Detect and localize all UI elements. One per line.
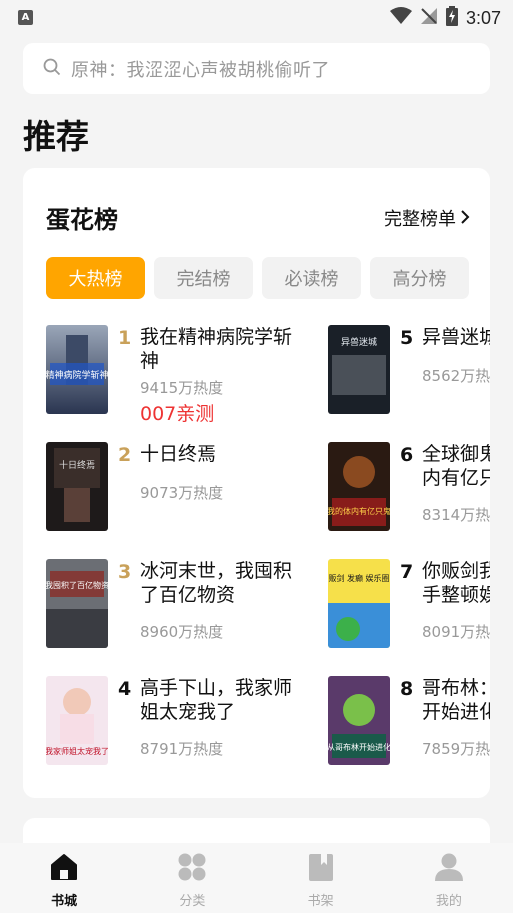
search-icon (43, 58, 61, 80)
nav-label: 分类 (179, 894, 206, 909)
rank-number: 6 (400, 444, 414, 466)
book-title: 异兽迷城 (422, 326, 490, 348)
cover-text: 十日终焉 (59, 459, 95, 471)
bottom-nav: 书城 分类 书架 我的 (0, 843, 513, 913)
category-icon (177, 852, 207, 886)
cover-text: 精神病院学斩神 (46, 369, 108, 381)
book-item[interactable]: 贩剑 发癫 娱乐圈 7 你贩剑我发癫，联手整顿娱乐圈 8091万热度 (328, 559, 490, 669)
book-tag: 007亲测 (140, 403, 215, 425)
cover-text: 从哥布林开始进化 (328, 742, 390, 752)
book-item[interactable]: 我囤积了百亿物资 3 冰河末世，我囤积了百亿物资 8960万热度 (46, 559, 326, 669)
book-item[interactable]: 我的体内有亿只鬼 6 全球御鬼：我的体内有亿只鬼 8314万热度 (328, 442, 490, 552)
book-heat: 9073万热度 (140, 484, 224, 502)
book-cover[interactable]: 异兽迷城 (328, 325, 390, 414)
cover-text: 异兽迷城 (341, 336, 377, 348)
cover-text: 我家师姐太宠我了 (46, 746, 108, 756)
book-item[interactable]: 异兽迷城 5 异兽迷城 8562万热度 (328, 325, 490, 435)
nav-category[interactable]: 分类 (128, 843, 256, 913)
nav-label: 书架 (307, 894, 334, 909)
rank-number: 8 (400, 678, 414, 700)
book-heat: 8091万热度 (422, 623, 490, 641)
app-notification-icon: A (18, 10, 33, 25)
nav-profile[interactable]: 我的 (385, 843, 513, 913)
book-cover[interactable]: 十日终焉 (46, 442, 108, 531)
nav-bookstore[interactable]: 书城 (0, 843, 128, 913)
profile-icon (434, 852, 464, 886)
rank-number: 1 (118, 327, 132, 349)
rank-number: 5 (400, 327, 414, 349)
battery-charging-icon (445, 6, 458, 30)
book-list: 精神病院学斩神 1 我在精神病院学斩神 9415万热度 007亲测 十日终焉 2… (23, 168, 490, 798)
book-heat: 7859万热度 (422, 740, 490, 758)
rank-number: 4 (118, 678, 132, 700)
page-title: 推荐 (23, 117, 89, 156)
book-title: 哥布林：从哥布林开始进化 (422, 677, 490, 723)
cover-text: 我囤积了百亿物资 (46, 580, 108, 590)
bookstore-icon (49, 852, 79, 886)
nav-label: 我的 (435, 894, 462, 909)
book-title: 十日终焉 (140, 443, 217, 465)
rank-number: 2 (118, 444, 132, 466)
book-item[interactable]: 精神病院学斩神 1 我在精神病院学斩神 9415万热度 007亲测 (46, 325, 326, 435)
book-heat: 8314万热度 (422, 506, 490, 524)
book-cover[interactable]: 我家师姐太宠我了 (46, 676, 108, 765)
no-signal-icon (420, 7, 438, 29)
book-item[interactable]: 我家师姐太宠我了 4 高手下山，我家师姐太宠我了 8791万热度 (46, 676, 326, 786)
book-heat: 8791万热度 (140, 740, 224, 758)
nav-label: 书城 (51, 894, 78, 909)
book-cover[interactable]: 精神病院学斩神 (46, 325, 108, 414)
wifi-icon (389, 7, 412, 29)
bookshelf-icon (306, 852, 336, 886)
search-placeholder[interactable]: 原神：我涩涩心声被胡桃偷听了 (71, 56, 330, 82)
book-title: 我在精神病院学斩神 (140, 326, 293, 372)
rank-number: 7 (400, 561, 414, 583)
book-title: 你贩剑我发癫，联手整顿娱乐圈 (422, 560, 490, 606)
status-bar: A 3:07 (0, 0, 513, 36)
book-title: 高手下山，我家师姐太宠我了 (140, 677, 293, 723)
book-item[interactable]: 从哥布林开始进化 8 哥布林：从哥布林开始进化 7859万热度 (328, 676, 490, 786)
search-bar[interactable]: 原神：我涩涩心声被胡桃偷听了 (23, 43, 490, 94)
book-cover[interactable]: 我囤积了百亿物资 (46, 559, 108, 648)
book-cover[interactable]: 贩剑 发癫 娱乐圈 (328, 559, 390, 648)
cover-text: 我的体内有亿只鬼 (328, 506, 390, 516)
status-icons: 3:07 (389, 6, 501, 30)
clock: 3:07 (465, 7, 501, 28)
rank-number: 3 (118, 561, 132, 583)
book-item[interactable]: 十日终焉 2 十日终焉 9073万热度 (46, 442, 326, 552)
book-cover[interactable]: 我的体内有亿只鬼 (328, 442, 390, 531)
nav-bookshelf[interactable]: 书架 (257, 843, 385, 913)
book-heat: 8960万热度 (140, 623, 224, 641)
book-title: 冰河末世，我囤积了百亿物资 (140, 560, 293, 606)
cover-text: 贩剑 发癫 娱乐圈 (328, 573, 389, 583)
book-cover[interactable]: 从哥布林开始进化 (328, 676, 390, 765)
book-title: 全球御鬼：我的体内有亿只鬼 (422, 443, 490, 489)
book-heat: 8562万热度 (422, 367, 490, 385)
book-heat: 9415万热度 (140, 379, 224, 397)
ranking-card: 蛋花榜 完整榜单 大热榜 完结榜 必读榜 高分榜 精神病院学斩神 1 我在精神病… (23, 168, 490, 798)
